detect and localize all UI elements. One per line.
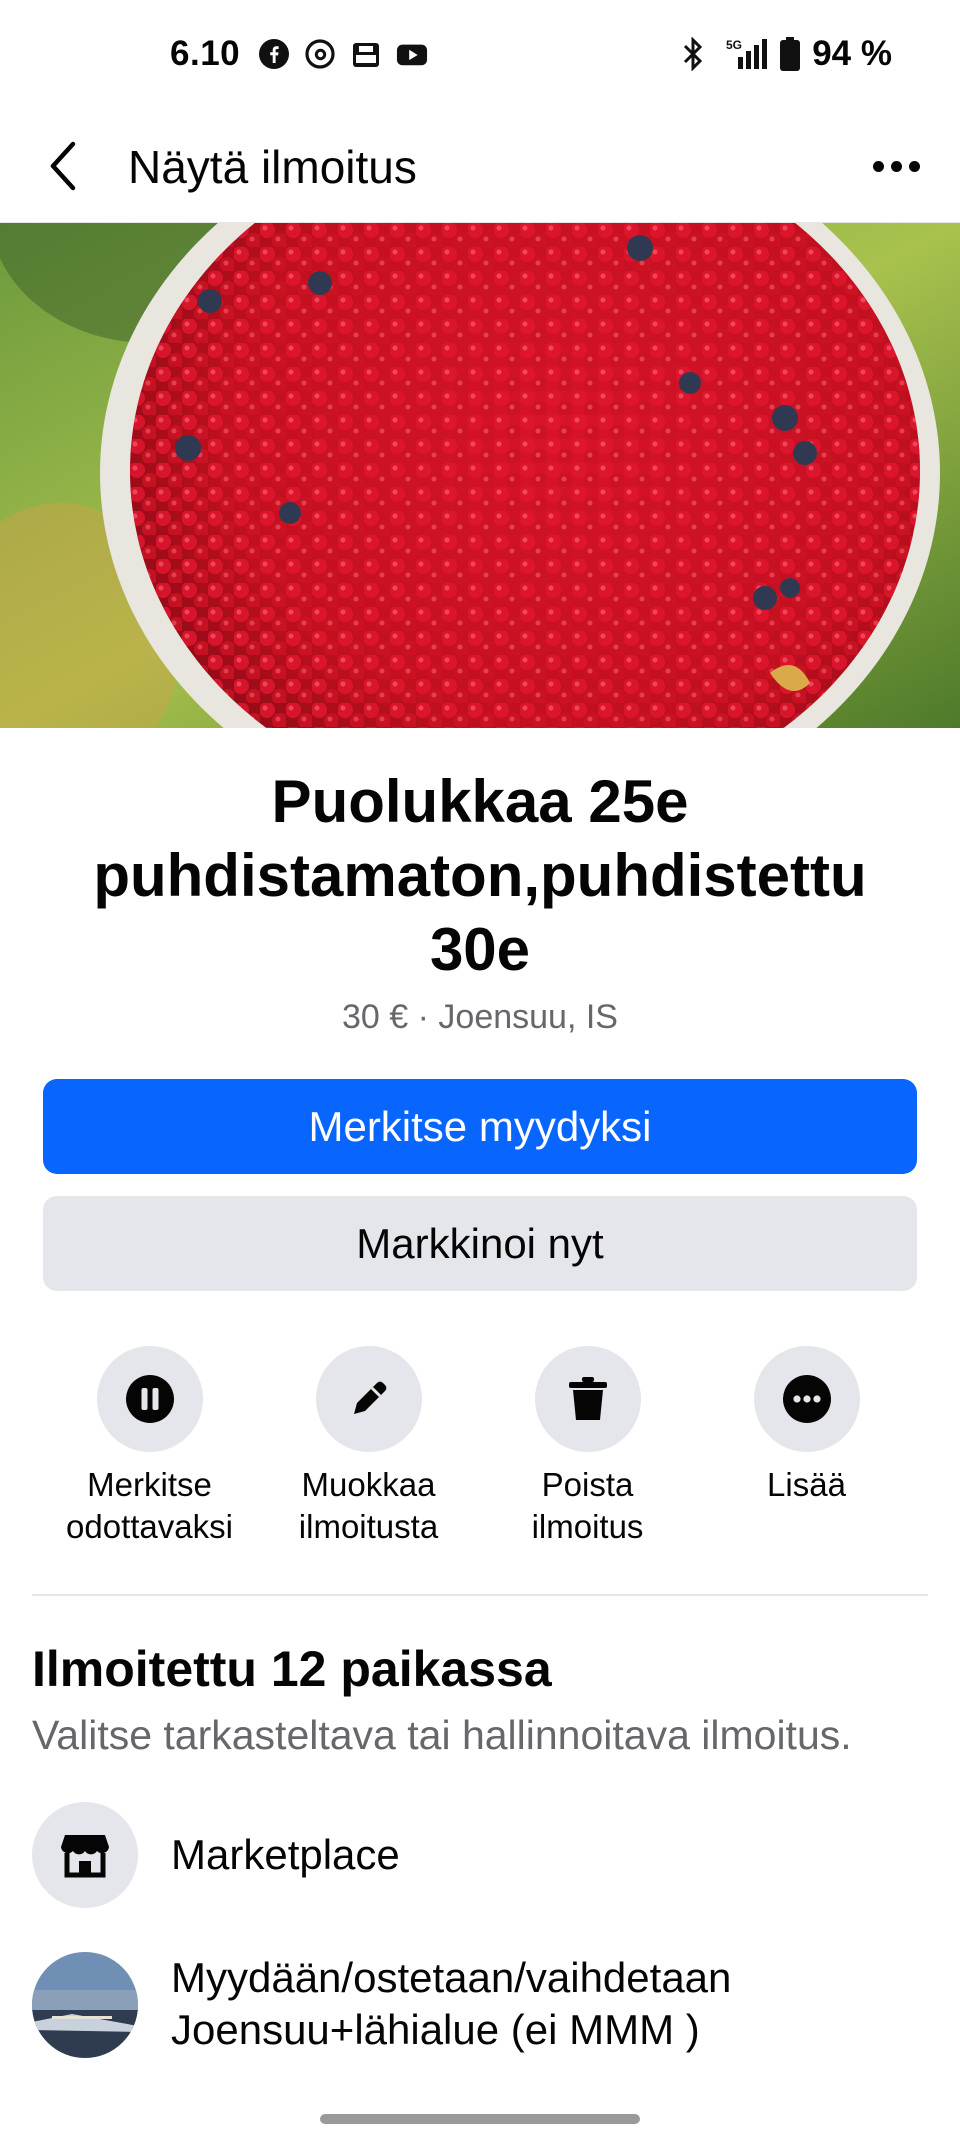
notification-icons [258,38,428,70]
bluetooth-icon [684,37,703,71]
group-avatar [32,1952,138,2058]
home-indicator[interactable] [320,2114,640,2124]
more-button-circle[interactable] [753,1346,860,1452]
edit-button-circle[interactable] [315,1346,422,1452]
place-marketplace[interactable]: Marketplace [32,1802,932,1908]
group-label: Myydään/ostetaan/vaihdetaan Joensuu+lähi… [171,1954,732,2053]
battery-icon [780,37,801,71]
more-action[interactable]: Lisää [697,1346,916,1506]
delete-listing-action[interactable]: Poista ilmoitus [478,1346,697,1548]
listing-actions: Merkitse odottavaksi Muokkaa ilmoitusta … [40,1346,920,1546]
listed-in-subtitle: Valitse tarkasteltava tai hallinnoitava … [32,1712,852,1758]
section-divider [32,1594,928,1596]
mark-sold-button[interactable]: Merkitse myydyksi [43,1079,917,1174]
status-right: 5G 94 % [682,34,892,74]
chevron-left-icon [50,141,76,191]
signal-5g-icon: 5G [726,38,768,69]
listing-title: Puolukkaa 25e puhdistamaton,puhdistettu … [93,768,867,983]
youtube-icon [396,38,428,70]
trash-icon [568,1377,607,1420]
place-group[interactable]: Myydään/ostetaan/vaihdetaan Joensuu+lähi… [32,1952,932,2058]
listed-in-title: Ilmoitettu 12 paikassa [32,1641,552,1697]
more-options-button[interactable] [864,140,928,192]
battery-percent: 94 % [812,34,892,73]
lingonberries-photo [0,223,960,728]
group-photo [32,1952,138,2058]
more-label: Lisää [767,1466,846,1503]
more-horizontal-icon [872,160,884,172]
status-time: 6.10 [170,34,241,73]
marketplace-avatar [32,1802,138,1908]
pdf-icon [350,38,382,70]
edit-listing-label: Muokkaa ilmoitusta [298,1466,439,1545]
price-location: 30 € · Joensuu, IS [342,998,618,1036]
page-title: Näytä ilmoitus [128,141,417,193]
storefront-icon [61,1835,109,1878]
svg-text:5G: 5G [726,38,742,52]
marketplace-label: Marketplace [171,1831,400,1878]
mark-pending-action[interactable]: Merkitse odottavaksi [40,1346,259,1548]
status-bar: 6.10 5G 94 % [0,0,960,110]
mark-pending-label: Merkitse odottavaksi [66,1466,233,1545]
top-navigation: Näytä ilmoitus [0,110,960,223]
more-circle-icon [782,1375,831,1423]
pencil-icon [353,1381,386,1414]
pause-icon [125,1375,174,1423]
edit-listing-action[interactable]: Muokkaa ilmoitusta [259,1346,478,1548]
listing-photo[interactable] [0,223,960,728]
promote-button[interactable]: Markkinoi nyt [43,1196,917,1291]
pause-button-circle[interactable] [96,1346,203,1452]
facebook-icon [258,38,290,70]
threads-icon [304,38,336,70]
delete-button-circle[interactable] [534,1346,641,1452]
delete-listing-label: Poista ilmoitus [531,1466,644,1545]
back-button[interactable] [38,140,90,192]
